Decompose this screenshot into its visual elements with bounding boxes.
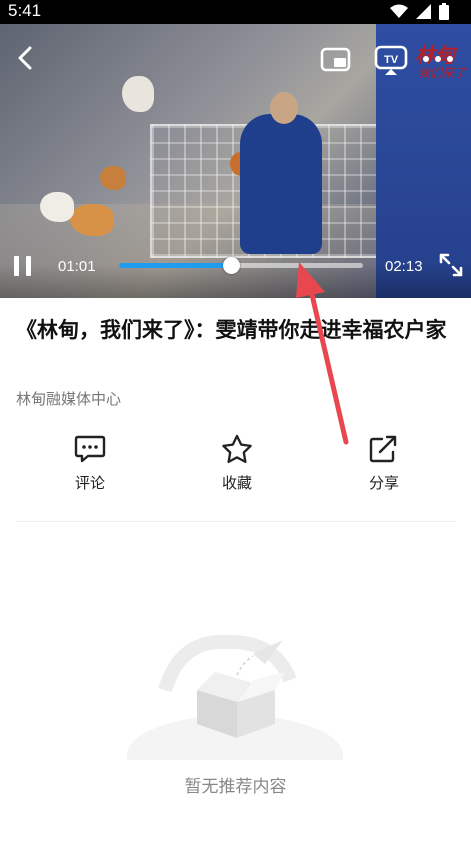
video-scene-hen <box>40 192 74 222</box>
video-scene-hen <box>100 166 126 190</box>
total-time: 02:13 <box>385 258 423 275</box>
status-icons <box>390 3 449 20</box>
more-options-button[interactable] <box>418 46 458 72</box>
star-icon <box>222 434 252 464</box>
wifi-icon <box>390 4 408 18</box>
empty-box-icon <box>127 634 343 760</box>
status-time: 5:41 <box>8 1 42 20</box>
video-scene-hen <box>70 204 114 236</box>
share-icon <box>369 435 397 463</box>
share-label: 分享 <box>368 474 399 492</box>
current-time: 01:01 <box>58 258 96 275</box>
empty-recommend-text: 暂无推荐内容 <box>184 777 287 797</box>
battery-icon <box>439 3 449 20</box>
comment-button[interactable]: 评论 <box>50 434 130 493</box>
comment-label: 评论 <box>74 474 105 492</box>
signal-icon <box>416 4 431 19</box>
progress-fill <box>119 263 232 268</box>
video-scene-hen <box>122 76 154 112</box>
tv-cast-button[interactable]: TV <box>374 44 408 76</box>
article-source: 林甸融媒体中心 <box>16 390 122 408</box>
pause-button[interactable] <box>11 254 35 278</box>
fullscreen-button[interactable] <box>438 252 464 278</box>
pip-button[interactable] <box>320 46 352 74</box>
video-scene-head <box>270 92 298 124</box>
favorite-label: 收藏 <box>221 474 252 492</box>
section-divider <box>16 521 456 522</box>
svg-text:TV: TV <box>384 54 399 66</box>
comment-icon <box>74 435 106 463</box>
share-button[interactable]: 分享 <box>344 434 424 493</box>
status-bar: 5:41 <box>0 0 471 24</box>
favorite-button[interactable]: 收藏 <box>197 434 277 493</box>
progress-bar[interactable] <box>119 257 363 274</box>
video-scene-person <box>240 114 322 254</box>
article-title: 《林甸，我们来了》：雯靖带你走进幸福农户家 <box>16 318 447 342</box>
back-button[interactable] <box>12 44 40 72</box>
